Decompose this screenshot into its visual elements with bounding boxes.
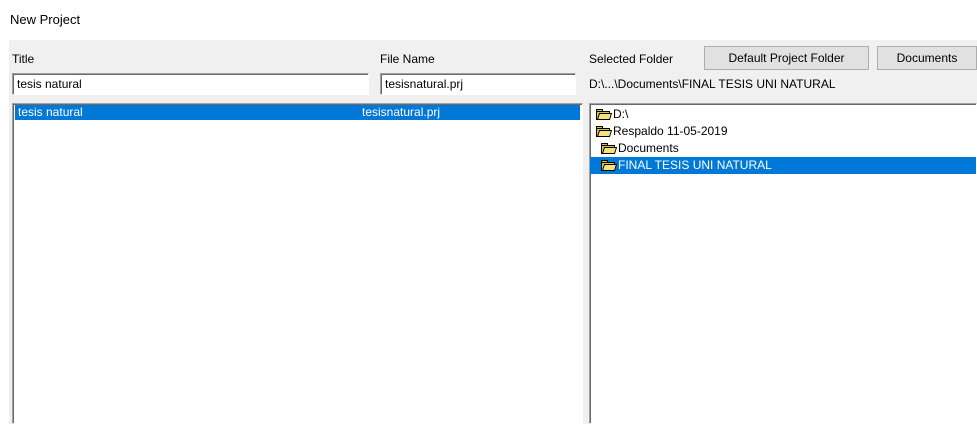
project-title-cell: tesis natural [18,105,83,119]
tree-item-label: Respaldo 11-05-2019 [613,124,728,138]
project-file-cell: tesisnatural.prj [362,105,441,119]
tree-item-drive[interactable]: D:\ [590,106,976,123]
dialog-title: New Project [10,12,81,27]
tree-item-respaldo[interactable]: Respaldo 11-05-2019 [590,123,976,140]
project-row[interactable]: tesis natural tesisnatural.prj [15,105,580,120]
title-input[interactable] [12,73,369,95]
default-project-folder-button[interactable]: Default Project Folder [704,46,869,70]
selected-folder-path: D:\...\Documents\FINAL TESIS UNI NATURAL [589,77,836,91]
tree-item-final-tesis[interactable]: FINAL TESIS UNI NATURAL [590,157,976,174]
tree-item-documents[interactable]: Documents [590,140,976,157]
folder-open-icon [595,125,613,138]
project-list[interactable]: tesis natural tesisnatural.prj [12,103,583,424]
tree-item-label: D:\ [613,107,629,121]
file-name-input[interactable] [380,73,576,95]
selected-folder-label: Selected Folder [589,52,674,66]
folder-open-icon [600,159,618,172]
folder-open-icon [600,142,618,155]
tree-item-label: Documents [618,141,679,155]
file-name-label: File Name [380,52,435,66]
folder-tree[interactable]: D:\ Respaldo 11-05-2019 Documents FINAL … [589,103,977,424]
folder-open-icon [595,108,613,121]
documents-button[interactable]: Documents [877,46,977,70]
title-label: Title [12,52,35,66]
tree-item-label: FINAL TESIS UNI NATURAL [618,158,772,172]
